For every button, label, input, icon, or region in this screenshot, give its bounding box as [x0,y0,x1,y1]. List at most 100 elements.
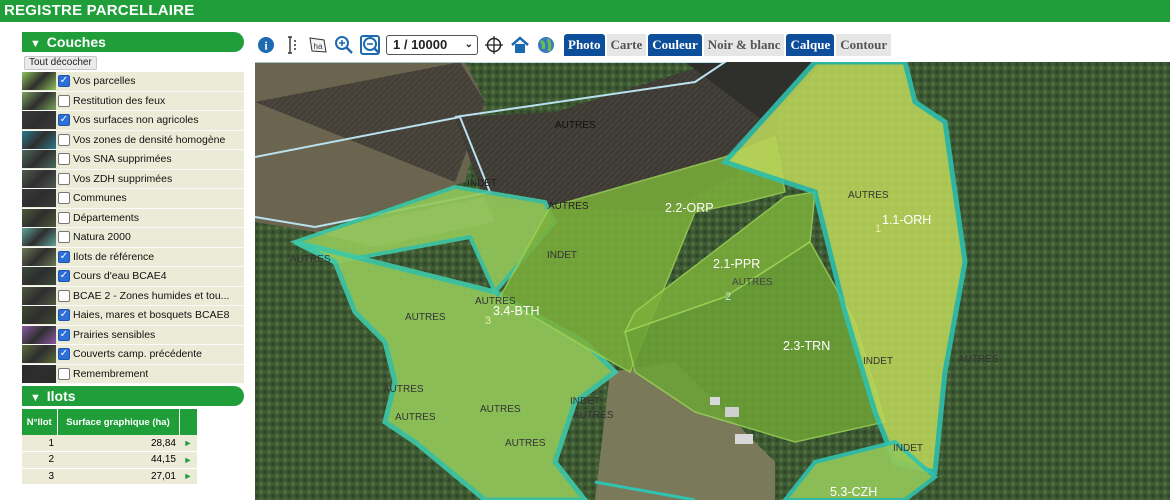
indet-label: INDET [467,178,497,189]
building [725,407,739,417]
indet-label: INDET [570,396,600,407]
parcel-label: 2.3-TRN [783,339,830,353]
layer-label: BCAE 2 - Zones humides et tou... [73,289,230,302]
view-button-photo[interactable]: Photo [564,34,605,56]
autres-label: AUTRES [732,277,773,288]
measure-length-icon[interactable] [282,35,302,55]
table-row[interactable]: 1 28,84 ► [22,435,197,452]
view-button-contour[interactable]: Contour [836,34,892,56]
layer-checkbox[interactable] [58,211,70,224]
layer-checkbox[interactable]: ✓ [58,309,70,322]
layer-checkbox[interactable]: ✓ [58,348,70,361]
play-arrow-icon[interactable]: ► [179,468,197,485]
layer-row[interactable]: ✓ Vos parcelles [22,72,244,92]
layer-thumbnail-icon [22,91,56,110]
crosshair-icon[interactable] [484,35,504,55]
scale-value: 1 / 10000 [393,37,448,52]
measure-area-icon[interactable]: ha [308,35,328,55]
layer-row[interactable]: Départements [22,208,244,228]
ilot-number-cell: 2 [22,451,57,469]
layer-thumbnail-icon [22,189,56,208]
indet-label: INDET [547,250,577,261]
map-toolbar: i ha 1 / 10000 ⌄ Photo Carte Couleur Noir &… [256,32,892,58]
autres-label: AUTRES [555,120,596,131]
col-num-header[interactable]: N°Ilot [22,409,58,435]
layer-checkbox[interactable]: ✓ [58,114,70,127]
layer-checkbox[interactable] [58,94,70,107]
layer-thumbnail-icon [22,306,56,325]
layer-row[interactable]: ✓ Vos surfaces non agricoles [22,111,244,131]
layer-checkbox[interactable] [58,153,70,166]
layer-checkbox[interactable]: ✓ [58,270,70,283]
ilots-header[interactable]: ▼ Ilots [22,386,244,406]
ilot-surface-cell: 27,01 [57,468,179,485]
layer-checkbox[interactable] [58,367,70,380]
info-icon[interactable]: i [256,35,276,55]
layer-thumbnail-icon [22,111,56,130]
layer-checkbox[interactable] [58,231,70,244]
layer-label: Restitution des feux [73,94,166,107]
layer-row[interactable]: Remembrement [22,364,244,384]
collapse-triangle-icon: ▼ [30,392,41,404]
layer-label: Prairies sensibles [73,328,156,341]
col-surface-header[interactable]: Surface graphique (ha) [57,409,180,435]
toolbar-view-buttons: Photo Carte Couleur Noir & blanc Calque Conto… [564,34,892,56]
layer-row[interactable]: Vos SNA supprimées [22,150,244,170]
layer-label: Natura 2000 [73,231,131,244]
layer-row[interactable]: Vos ZDH supprimées [22,169,244,189]
layer-label: Vos ZDH supprimées [73,172,173,185]
play-arrow-icon[interactable]: ► [179,451,197,469]
autres-label: AUTRES [383,384,424,395]
ilot-number: 3 [485,315,491,327]
layer-row[interactable]: Vos zones de densité homogène [22,130,244,150]
layer-row[interactable]: Communes [22,189,244,209]
layer-checkbox[interactable] [58,192,70,205]
globe-icon[interactable] [536,35,556,55]
layer-label: Vos SNA supprimées [73,153,172,166]
ilots-table: N°Ilot Surface graphique (ha) 1 28,84 ► 2 44… [22,409,198,485]
autres-label: AUTRES [480,404,521,415]
uncheck-all-button[interactable]: Tout décocher [24,56,97,70]
layer-row[interactable]: ✓ Haies, mares et bosquets BCAE8 [22,306,244,326]
layer-row[interactable]: ✓ Couverts camp. précédente [22,345,244,365]
play-arrow-icon[interactable]: ► [179,435,197,452]
layer-thumbnail-icon [22,247,56,266]
autres-label: AUTRES [505,438,546,449]
autres-label: AUTRES [548,201,589,212]
layer-row[interactable]: ✓ Cours d'eau BCAE4 [22,267,244,287]
layer-checkbox[interactable]: ✓ [58,250,70,263]
couches-header[interactable]: ▼ Couches [22,32,244,52]
layer-row[interactable]: Natura 2000 [22,228,244,248]
autres-label: AUTRES [290,254,331,265]
layer-checkbox[interactable] [58,289,70,302]
table-row[interactable]: 3 27,01 ► [22,468,197,485]
layer-checkbox[interactable] [58,172,70,185]
zoom-in-icon[interactable] [334,35,354,55]
layer-checkbox[interactable]: ✓ [58,75,70,88]
layer-checkbox[interactable]: ✓ [58,328,70,341]
chevron-down-icon: ⌄ [464,39,473,50]
layer-thumbnail-icon [22,228,56,247]
table-row[interactable]: 2 44,15 ► [22,451,197,469]
layer-label: Départements [73,211,139,224]
layer-thumbnail-icon [22,130,56,149]
app-title: REGISTRE PARCELLAIRE [0,0,1170,22]
layer-thumbnail-icon [22,208,56,227]
zoom-out-icon[interactable] [360,35,380,55]
layer-row[interactable]: ✓ Ilots de référence [22,247,244,267]
view-button-calque[interactable]: Calque [786,34,835,56]
layer-row[interactable]: Restitution des feux [22,91,244,111]
layer-label: Remembrement [73,367,149,380]
scale-select[interactable]: 1 / 10000 ⌄ [386,35,478,55]
map-canvas[interactable]: AUTRES INDET AUTRES AUTRES AUTRES INDET … [255,62,1170,500]
layer-row[interactable]: BCAE 2 - Zones humides et tou... [22,286,244,306]
view-button-noir-blanc[interactable]: Noir & blanc [703,34,785,56]
view-button-carte[interactable]: Carte [606,34,647,56]
ilot-number-cell: 3 [22,468,57,485]
home-icon[interactable] [510,35,530,55]
view-button-couleur[interactable]: Couleur [648,34,702,56]
layer-thumbnail-icon [22,150,56,169]
layer-row[interactable]: ✓ Prairies sensibles [22,325,244,345]
map-view[interactable]: AUTRES INDET AUTRES AUTRES AUTRES INDET … [255,62,1170,500]
layer-checkbox[interactable] [58,133,70,146]
